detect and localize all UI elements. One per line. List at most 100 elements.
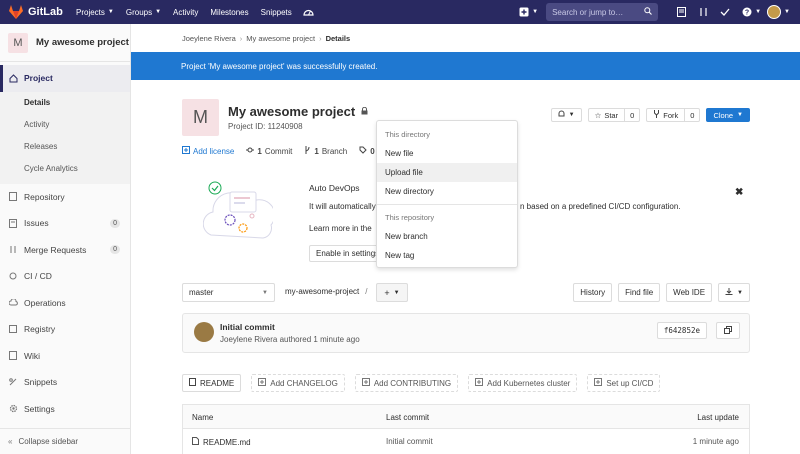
search-icon: [644, 7, 652, 17]
file-last-commit[interactable]: Initial commit: [386, 437, 433, 446]
add-license-link[interactable]: Add license: [182, 146, 234, 156]
sidebar-item-snippets[interactable]: Snippets: [0, 369, 130, 396]
tags-stat[interactable]: 0: [359, 146, 377, 156]
commit-icon: [246, 146, 255, 156]
project-id: Project ID: 11240908: [228, 122, 303, 131]
add-contributing-button[interactable]: Add CONTRIBUTING: [354, 374, 459, 392]
table-row[interactable]: README.md Initial commit 1 minute ago: [183, 429, 749, 454]
history-button[interactable]: History: [573, 283, 613, 302]
help-icon[interactable]: ?: [740, 5, 754, 19]
sidebar-project-header[interactable]: M My awesome project: [0, 24, 130, 62]
new-file-item[interactable]: New file: [377, 144, 517, 163]
sidebar-item-operations[interactable]: Operations: [0, 290, 130, 317]
collapse-sidebar-button[interactable]: « Collapse sidebar: [0, 428, 131, 454]
gitlab-home-link[interactable]: GitLab: [8, 5, 70, 19]
add-kubernetes-cluster-button[interactable]: Add Kubernetes cluster: [468, 374, 578, 392]
sidebar: M My awesome project Project Details Act…: [0, 24, 131, 454]
branch-selector[interactable]: master ▼: [182, 283, 275, 302]
nav-activity[interactable]: Activity: [167, 8, 204, 17]
breadcrumb-project[interactable]: My awesome project: [246, 34, 315, 43]
fork-count[interactable]: 0: [685, 108, 701, 122]
file-icon: [189, 378, 196, 388]
setup-ci-cd-button[interactable]: Set up CI/CD: [587, 374, 661, 392]
repo-file-buttons: README Add CHANGELOG Add CONTRIBUTING Ad…: [182, 374, 661, 392]
nav-milestones[interactable]: Milestones: [204, 8, 254, 17]
file-last-update: 1 minute ago: [692, 437, 739, 446]
add-changelog-button[interactable]: Add CHANGELOG: [251, 374, 345, 392]
breadcrumb-user[interactable]: Joeylene Rivera: [182, 34, 236, 43]
sidebar-item-repository[interactable]: Repository: [0, 184, 130, 211]
autodevops-illustration: [203, 181, 273, 239]
download-icon: [725, 287, 733, 298]
bell-icon: [558, 110, 565, 120]
chevron-down-icon: ▼: [532, 9, 539, 15]
issues-icon[interactable]: [674, 5, 688, 19]
new-item-icon[interactable]: [517, 5, 531, 19]
web-ide-button[interactable]: Web IDE: [666, 283, 713, 302]
avatar[interactable]: [194, 322, 214, 342]
breadcrumb-current[interactable]: Details: [326, 34, 351, 43]
sidebar-subitem-cycle-analytics[interactable]: Cycle Analytics: [0, 157, 130, 180]
download-button[interactable]: ▼: [718, 283, 750, 302]
flash-notice: Project 'My awesome project' was success…: [131, 52, 800, 80]
user-avatar[interactable]: [767, 5, 782, 19]
nav-projects[interactable]: Projects ▼: [70, 8, 120, 17]
page-title: My awesome project: [228, 104, 368, 119]
sidebar-item-registry[interactable]: Registry: [0, 316, 130, 343]
lock-icon: [361, 106, 368, 117]
sidebar-item-ci-cd[interactable]: CI / CD: [0, 263, 130, 290]
nav-groups[interactable]: Groups ▼: [120, 8, 167, 17]
fork-icon: [653, 110, 660, 120]
chevron-down-icon: ▼: [737, 289, 743, 296]
add-file-dropdown: This directory New file Upload file New …: [376, 120, 518, 268]
file-tree-table: Name Last commit Last update README.md I…: [182, 404, 750, 454]
sidebar-subitem-releases[interactable]: Releases: [0, 135, 130, 158]
commit-sha[interactable]: f642852e: [656, 322, 707, 339]
sidebar-subitem-activity[interactable]: Activity: [0, 113, 130, 136]
sidebar-item-wiki[interactable]: Wiki: [0, 343, 130, 370]
branches-stat[interactable]: 1 Branch: [304, 146, 347, 156]
new-directory-item[interactable]: New directory: [377, 182, 517, 201]
sidebar-item-project[interactable]: Project: [0, 65, 130, 92]
sidebar-item-issues[interactable]: Issues 0: [0, 210, 130, 237]
star-count[interactable]: 0: [625, 108, 641, 122]
snippet-icon: [8, 377, 18, 387]
cloud-icon: [8, 298, 18, 308]
search-input[interactable]: Search or jump to…: [546, 3, 659, 21]
project-actions: ▼ ☆ Star 0 Fork 0 Clone ▼: [550, 108, 750, 122]
clone-button[interactable]: Clone ▼: [706, 108, 750, 122]
copy-sha-button[interactable]: [716, 322, 740, 339]
merge-request-icon[interactable]: [696, 5, 710, 19]
add-to-tree-button[interactable]: + ▼: [376, 283, 408, 302]
repo-path-root[interactable]: my-awesome-project: [285, 287, 359, 296]
repo-actions: History Find file Web IDE ▼: [573, 283, 750, 302]
nav-snippets[interactable]: Snippets: [255, 8, 298, 17]
project-stats: Add license 1 Commit 1 Branch 0: [182, 146, 390, 156]
sidebar-subitem-details[interactable]: Details: [0, 91, 130, 114]
admin-area-icon[interactable]: [302, 5, 316, 19]
copy-icon: [724, 325, 732, 336]
notification-button[interactable]: ▼: [550, 108, 582, 122]
find-file-button[interactable]: Find file: [618, 283, 661, 302]
new-tag-item[interactable]: New tag: [377, 246, 517, 265]
commits-stat[interactable]: 1 Commit: [246, 146, 292, 156]
readme-button[interactable]: README: [182, 374, 242, 392]
close-icon[interactable]: ✖: [735, 187, 743, 198]
sidebar-project-name: My awesome project: [36, 37, 129, 48]
book-icon: [8, 192, 18, 202]
upload-file-item[interactable]: Upload file: [377, 163, 517, 182]
file-name[interactable]: README.md: [192, 437, 251, 447]
chevron-down-icon: ▼: [155, 9, 162, 15]
column-last-update: Last update: [697, 413, 739, 422]
sidebar-item-settings[interactable]: Settings: [0, 396, 130, 423]
new-branch-item[interactable]: New branch: [377, 227, 517, 246]
sidebar-item-merge-requests[interactable]: Merge Requests 0: [0, 237, 130, 264]
todo-icon[interactable]: [718, 5, 732, 19]
commit-title[interactable]: Initial commit: [220, 322, 275, 332]
home-icon: [8, 73, 18, 83]
star-button[interactable]: ☆ Star: [587, 108, 626, 122]
enable-autodevops-button[interactable]: Enable in settings: [309, 245, 379, 262]
table-header: Name Last commit Last update: [183, 405, 749, 429]
fork-button[interactable]: Fork: [646, 108, 686, 122]
issues-icon: [8, 218, 18, 228]
